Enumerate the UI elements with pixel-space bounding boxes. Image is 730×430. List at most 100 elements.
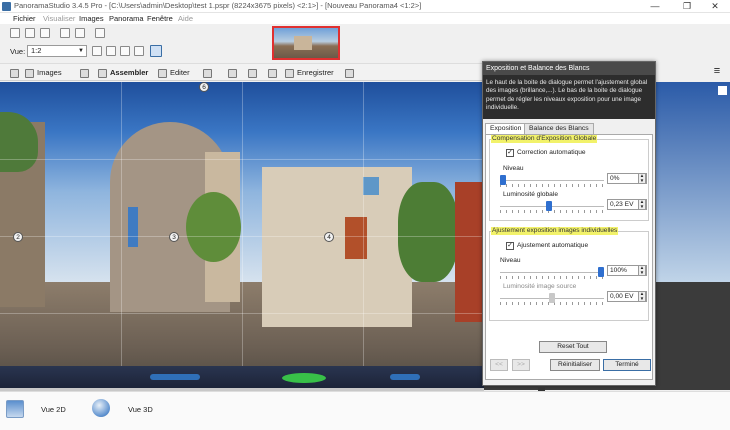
individual-level-slider[interactable] bbox=[598, 267, 604, 277]
grid-line bbox=[0, 159, 484, 160]
grid-line bbox=[242, 82, 243, 367]
tree-right bbox=[398, 182, 458, 282]
share-icon bbox=[345, 68, 354, 78]
title-bar: PanoramaStudio 3.4.5 Pro - [C:\Users\adm… bbox=[0, 0, 730, 13]
images-label: Images bbox=[37, 68, 62, 77]
exposure-dialog: Exposition et Balance des Blancs Le haut… bbox=[482, 61, 656, 386]
image-marker[interactable]: 3 bbox=[169, 232, 179, 242]
panel-corner-icon[interactable] bbox=[718, 86, 727, 95]
building-right bbox=[262, 167, 412, 327]
panorama-nav-bar[interactable] bbox=[0, 366, 484, 390]
edit-icon bbox=[158, 68, 167, 78]
images-button[interactable]: Images bbox=[25, 67, 62, 78]
minimize-button[interactable]: — bbox=[640, 0, 670, 13]
window-title: PanoramaStudio 3.4.5 Pro - [C:\Users\adm… bbox=[14, 1, 422, 10]
global-brightness-ticks bbox=[500, 210, 604, 213]
import-icon bbox=[10, 68, 19, 78]
dialog-title: Exposition et Balance des Blancs bbox=[483, 62, 655, 75]
red-door-right bbox=[455, 182, 484, 322]
view-2d-label[interactable]: Vue 2D bbox=[41, 405, 66, 415]
global-brightness-label: Luminosité globale bbox=[503, 191, 558, 198]
enregistrer-button[interactable]: Enregistrer bbox=[285, 67, 334, 78]
individual-auto-checkbox[interactable]: ✓ bbox=[506, 242, 514, 250]
panorama-thumbnail[interactable] bbox=[272, 26, 340, 60]
individual-exposure-title: Ajustement exposition images individuell… bbox=[491, 227, 619, 235]
assembler-button[interactable]: Assembler bbox=[98, 67, 148, 78]
source-brightness-spinner[interactable]: ▲ ▼ bbox=[638, 291, 646, 302]
done-button[interactable]: Terminé bbox=[603, 359, 651, 371]
crop-icon bbox=[203, 68, 212, 78]
view-3d-label[interactable]: Vue 3D bbox=[128, 405, 153, 415]
undo-icon[interactable] bbox=[60, 28, 70, 38]
print-button[interactable] bbox=[248, 67, 260, 78]
color-button[interactable] bbox=[268, 67, 280, 78]
view-label: Vue: bbox=[10, 47, 26, 56]
nav-position-indicator bbox=[282, 373, 326, 383]
global-level-track bbox=[500, 180, 604, 181]
grid-toggle-icon[interactable] bbox=[150, 45, 162, 57]
individual-level-spinner[interactable]: ▲ ▼ bbox=[638, 265, 646, 276]
grid-line bbox=[0, 236, 484, 237]
source-brightness-label: Luminosité image source bbox=[503, 283, 577, 290]
zoom-out-icon[interactable] bbox=[106, 46, 116, 56]
reset-all-button[interactable]: Reset Tout bbox=[539, 341, 607, 353]
image-marker[interactable]: 4 bbox=[324, 232, 334, 242]
editer-button[interactable]: Editer bbox=[158, 67, 190, 78]
restore-button[interactable]: ❐ bbox=[672, 0, 702, 13]
global-level-spinner[interactable]: ▲ ▼ bbox=[638, 173, 646, 184]
save-icon bbox=[285, 68, 294, 78]
menu-panorama[interactable]: Panorama bbox=[109, 13, 144, 24]
export-icon bbox=[228, 68, 237, 78]
settings-icon[interactable] bbox=[95, 28, 105, 38]
file-toolbar bbox=[0, 25, 270, 43]
view-select-value: 1:2 bbox=[31, 46, 42, 55]
global-brightness-spinner[interactable]: ▲ ▼ bbox=[638, 199, 646, 210]
next-image-button[interactable]: >> bbox=[512, 359, 530, 371]
menu-fichier[interactable]: Fichier bbox=[13, 13, 36, 24]
blue-shutter bbox=[363, 177, 379, 195]
image-marker[interactable]: 6 bbox=[199, 82, 209, 92]
enregistrer-label: Enregistrer bbox=[297, 68, 334, 77]
save-file-icon[interactable] bbox=[40, 28, 50, 38]
source-brightness-slider[interactable] bbox=[549, 293, 555, 303]
image-marker[interactable]: 2 bbox=[13, 232, 23, 242]
crop-button[interactable] bbox=[203, 67, 215, 78]
view-select[interactable]: 1:2 ▼ bbox=[27, 45, 87, 57]
global-brightness-slider[interactable] bbox=[546, 201, 553, 211]
dialog-description: Le haut de la boite de dialogue permet l… bbox=[483, 75, 655, 119]
individual-level-ticks bbox=[500, 276, 604, 279]
prev-image-button[interactable]: << bbox=[490, 359, 508, 371]
nav-segment bbox=[390, 374, 420, 380]
export-button[interactable] bbox=[228, 67, 240, 78]
grid-line bbox=[363, 82, 364, 367]
global-auto-checkbox[interactable]: ✓ bbox=[506, 149, 514, 157]
zoom-in-icon[interactable] bbox=[92, 46, 102, 56]
global-level-slider[interactable] bbox=[500, 175, 506, 185]
new-file-icon[interactable] bbox=[10, 28, 20, 38]
vine-plant bbox=[186, 192, 241, 262]
share-button[interactable] bbox=[345, 67, 357, 78]
tab-balance-blancs[interactable]: Balance des Blancs bbox=[524, 123, 594, 134]
close-button[interactable]: ✕ bbox=[700, 0, 730, 13]
fit-width-icon[interactable] bbox=[120, 46, 130, 56]
individual-auto-label: Ajustement automatique bbox=[517, 242, 589, 249]
import-button[interactable] bbox=[10, 67, 22, 78]
reinit-button[interactable]: Réinitialiser bbox=[550, 359, 600, 371]
redo-icon[interactable] bbox=[75, 28, 85, 38]
tab-exposition[interactable]: Exposition bbox=[485, 123, 527, 134]
fit-screen-icon[interactable] bbox=[134, 46, 144, 56]
individual-level-label: Niveau bbox=[500, 257, 521, 264]
menu-aide[interactable]: Aide bbox=[178, 13, 193, 24]
view-switcher-bar: Vue 2D Vue 3D bbox=[0, 391, 730, 430]
nav-segment bbox=[150, 374, 200, 380]
align-button[interactable] bbox=[80, 67, 92, 78]
panorama-canvas[interactable]: 2 3 4 6 bbox=[0, 82, 484, 390]
menu-fenetre[interactable]: Fenêtre bbox=[147, 13, 173, 24]
open-file-icon[interactable] bbox=[25, 28, 35, 38]
menu-visualiser[interactable]: Visualiser bbox=[43, 13, 75, 24]
hamburger-menu-icon[interactable]: ≡ bbox=[710, 66, 724, 78]
menu-images[interactable]: Images bbox=[79, 13, 104, 24]
view-3d-icon[interactable] bbox=[92, 399, 110, 417]
view-2d-icon[interactable] bbox=[6, 400, 24, 418]
app-icon bbox=[2, 2, 11, 11]
